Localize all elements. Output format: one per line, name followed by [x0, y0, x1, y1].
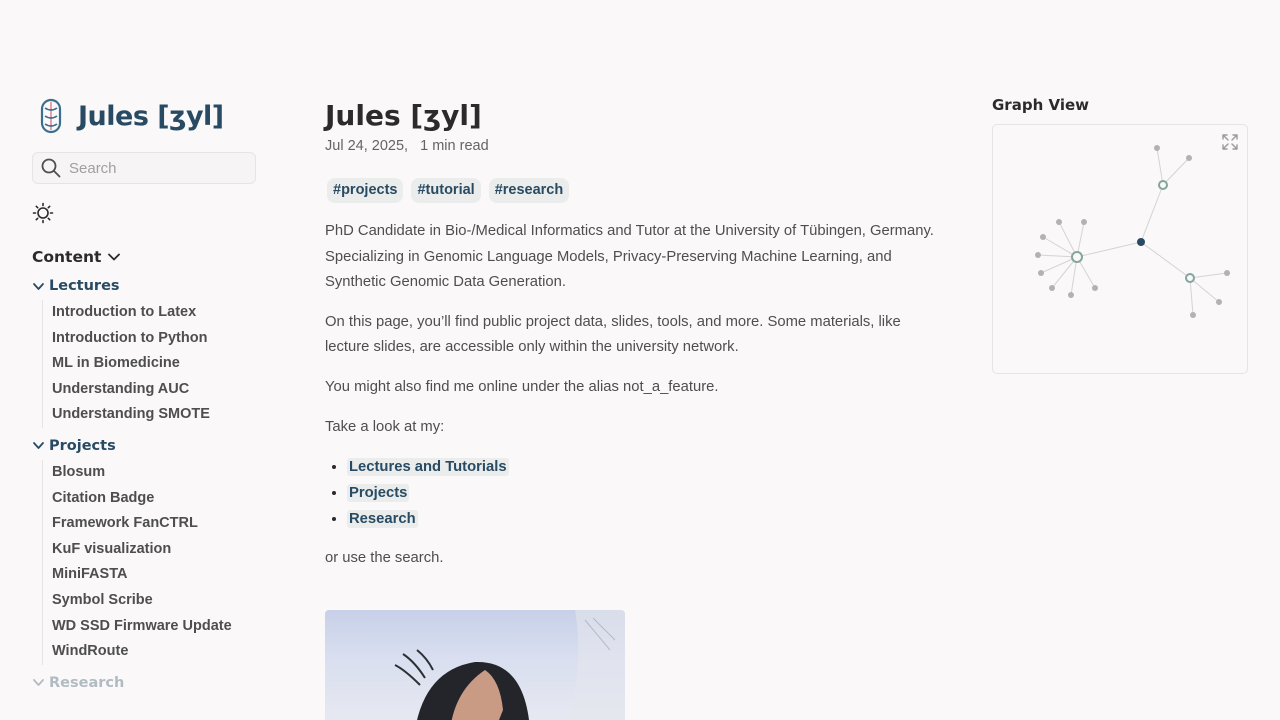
- folder-projects[interactable]: Projects: [32, 434, 264, 458]
- explorer-item[interactable]: ML in Biomedicine: [52, 351, 264, 377]
- expand-icon[interactable]: [1221, 133, 1239, 151]
- tag-tutorial[interactable]: #tutorial: [411, 178, 481, 203]
- lectures-list: Introduction to Latex Introduction to Py…: [42, 300, 264, 428]
- brain-logo-icon: [36, 98, 66, 134]
- site-brand[interactable]: Jules [ʒyl]: [32, 96, 264, 136]
- left-sidebar: Jules [ʒyl] Search Content Lectures Intr…: [32, 96, 264, 695]
- section-links: Lectures and Tutorials Projects Research: [347, 454, 945, 532]
- explorer-item[interactable]: WD SSD Firmware Update: [52, 614, 264, 640]
- list-item: Projects: [347, 480, 945, 506]
- site-title[interactable]: Jules [ʒyl]: [78, 101, 224, 132]
- article-meta: Jul 24, 2025, 1 min read: [325, 138, 945, 156]
- graph-canvas[interactable]: [993, 125, 1247, 373]
- projects-list: Blosum Citation Badge Framework FanCTRL …: [42, 459, 264, 665]
- tag-research[interactable]: #research: [488, 178, 570, 203]
- chevron-down-icon: [33, 679, 44, 687]
- explorer-item[interactable]: WindRoute: [52, 639, 264, 665]
- intro-paragraph: PhD Candidate in Bio-/Medical Informatic…: [325, 223, 934, 291]
- explorer-item[interactable]: Understanding AUC: [52, 377, 264, 403]
- list-item: Research: [347, 506, 945, 532]
- chevron-down-icon: [33, 282, 44, 290]
- explorer-item[interactable]: Symbol Scribe: [52, 588, 264, 614]
- explorer-item[interactable]: Introduction to Latex: [52, 300, 264, 326]
- explorer-item[interactable]: Understanding SMOTE: [52, 402, 264, 428]
- page-title: Jules [ʒyl]: [325, 99, 482, 132]
- explorer-item[interactable]: MiniFASTA: [52, 562, 264, 588]
- explorer-toggle[interactable]: Content: [32, 246, 264, 268]
- chevron-down-icon: [108, 253, 121, 261]
- link-research[interactable]: Research: [347, 510, 418, 529]
- tag-list: #projects #tutorial #research: [327, 178, 945, 203]
- theme-toggle-sun-icon[interactable]: [32, 202, 54, 224]
- folder-label: Projects: [49, 437, 116, 454]
- graph-view[interactable]: [992, 124, 1248, 374]
- search-icon: [41, 158, 61, 178]
- graph-title: Graph View: [992, 96, 1089, 114]
- explorer-item[interactable]: Framework FanCTRL: [52, 511, 264, 537]
- folder-label: Lectures: [49, 278, 120, 294]
- explorer-title: Content: [32, 248, 102, 266]
- explorer-item[interactable]: KuF visualization: [52, 537, 264, 563]
- link-lectures-and-tutorials[interactable]: Lectures and Tutorials: [347, 458, 509, 477]
- chevron-down-icon: [33, 442, 44, 450]
- search-placeholder: Search: [69, 159, 117, 177]
- right-sidebar: Graph View: [992, 96, 1248, 374]
- tag-projects[interactable]: #projects: [327, 178, 404, 203]
- folder-label: Research: [49, 674, 125, 691]
- content-paragraph: On this page, you’ll find public project…: [325, 313, 901, 356]
- article: Jules [ʒyl] Jul 24, 2025, 1 min read #pr…: [325, 96, 945, 720]
- explorer-item[interactable]: Blosum: [52, 460, 264, 486]
- explorer-item[interactable]: Introduction to Python: [52, 326, 264, 352]
- folder-lectures[interactable]: Lectures: [32, 274, 264, 298]
- article-read-time: 1 min read: [420, 138, 489, 154]
- article-date: Jul 24, 2025,: [325, 138, 409, 154]
- list-item: Lectures and Tutorials: [347, 454, 945, 480]
- search-bar[interactable]: Search: [32, 152, 256, 184]
- folder-research[interactable]: Research: [32, 671, 264, 695]
- take-a-look-paragraph: Take a look at my:: [325, 418, 445, 435]
- alias-paragraph: You might also find me online under the …: [325, 378, 719, 395]
- explorer-item[interactable]: Citation Badge: [52, 486, 264, 512]
- profile-photo: [325, 610, 625, 720]
- search-hint-paragraph: or use the search.: [325, 550, 444, 567]
- link-projects[interactable]: Projects: [347, 484, 410, 503]
